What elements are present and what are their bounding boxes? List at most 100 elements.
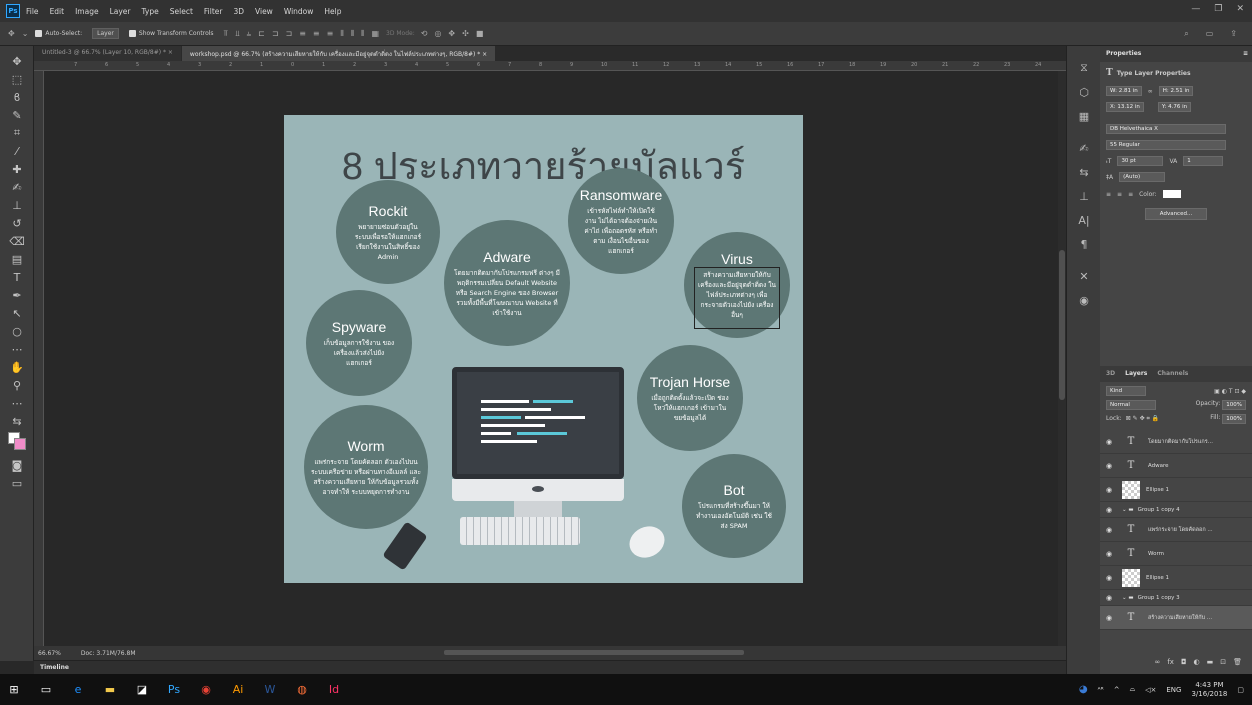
brushes-panel-icon[interactable]: ✍ <box>1067 136 1101 160</box>
tools-panel-icon[interactable]: ✕ <box>1067 264 1101 288</box>
eye-icon[interactable]: ◉ <box>1106 486 1122 494</box>
menu-select[interactable]: Select <box>170 7 193 16</box>
layer-row[interactable]: ◉ T Adware <box>1100 454 1252 478</box>
tab-untitled-3[interactable]: Untitled-3 @ 66.7% (Layer 10, RGB/8#) * … <box>34 46 181 61</box>
layer-row[interactable]: ◉ T แพร่กระจาย โดยคัดลอก ... <box>1100 518 1252 542</box>
align-bottom-icon[interactable]: ⫨ <box>247 29 252 39</box>
mask-icon[interactable]: ◘ <box>1181 658 1187 666</box>
file-explorer-icon[interactable]: ▬ <box>96 674 124 705</box>
menu-image[interactable]: Image <box>75 7 99 16</box>
eye-icon[interactable]: ◉ <box>1106 550 1122 558</box>
filter-kind-select[interactable]: Kind <box>1106 386 1146 396</box>
eye-icon[interactable]: ◉ <box>1106 614 1122 622</box>
crop-tool-icon[interactable]: ⌗ <box>0 124 34 142</box>
align-center-icon[interactable]: ⊐ <box>272 29 279 38</box>
font-style-select[interactable]: 55 Regular <box>1106 140 1226 150</box>
layer-select-dropdown[interactable]: Layer <box>92 28 119 39</box>
task-view-icon[interactable]: ▭ <box>32 674 60 705</box>
layer-row[interactable]: ◉ ⌄ ▬ Group 1 copy 4 <box>1100 502 1252 518</box>
align-middle-icon[interactable]: ⫫ <box>235 29 240 39</box>
distribute-middle-icon[interactable]: ≡ <box>313 29 320 38</box>
distribute-left-icon[interactable]: ⫴ <box>340 29 343 39</box>
tab-workshop[interactable]: workshop.psd @ 66.7% (สร้างความเสียหายให… <box>181 46 496 61</box>
eye-icon[interactable]: ◉ <box>1106 594 1122 602</box>
chrome-icon[interactable]: ◉ <box>192 674 220 705</box>
chevron-down-icon[interactable]: ⌄ <box>22 29 29 38</box>
restore-icon[interactable]: ❐ <box>1214 4 1222 14</box>
document-canvas[interactable]: 8 ประเภทวายร้ายมัลแวร์ Rockit พยายามซ่อน… <box>284 115 803 583</box>
menu-filter[interactable]: Filter <box>204 7 223 16</box>
horizontal-scrollbar-thumb[interactable] <box>444 650 744 655</box>
eye-icon[interactable]: ◉ <box>1106 462 1122 470</box>
language-indicator[interactable]: ENG <box>1166 686 1181 694</box>
styles-panel-icon[interactable]: ◉ <box>1067 288 1101 312</box>
adjustment-icon[interactable]: ◐ <box>1194 658 1200 666</box>
leading-field[interactable]: (Auto) <box>1119 172 1166 182</box>
text-color-swatch[interactable] <box>1162 190 1181 198</box>
hand-tool-icon[interactable]: ✋ <box>0 358 34 376</box>
edge-icon[interactable]: e <box>64 674 92 705</box>
notifications-icon[interactable]: ▢ <box>1237 686 1244 694</box>
font-family-select[interactable]: DB Helvethaica X <box>1106 124 1226 134</box>
3d-slide-icon[interactable]: ✣ <box>462 29 469 38</box>
path-select-icon[interactable]: ↖ <box>0 304 34 322</box>
kerning-field[interactable]: 1 <box>1183 156 1224 166</box>
transform-bounding-box[interactable] <box>694 267 780 329</box>
width-field[interactable]: W: 2.81 in <box>1106 86 1142 96</box>
3d-roll-icon[interactable]: ◎ <box>434 29 441 38</box>
3d-pan-icon[interactable]: ✥ <box>448 29 455 38</box>
menu-layer[interactable]: Layer <box>110 7 131 16</box>
swap-colors-icon[interactable]: ⇆ <box>0 412 34 430</box>
opacity-field[interactable]: 100% <box>1222 400 1246 410</box>
link-icon[interactable]: ∞ <box>1148 88 1153 95</box>
edit-toolbar-icon[interactable]: ⋯ <box>0 394 34 412</box>
eye-icon[interactable]: ◉ <box>1106 526 1122 534</box>
network-app-icon[interactable]: ◕ <box>1079 684 1088 695</box>
move-tool-icon[interactable]: ✥ <box>8 29 15 38</box>
menu-view[interactable]: View <box>255 7 273 16</box>
brush-tool-icon[interactable]: ✍ <box>0 178 34 196</box>
workspace-icon[interactable]: ▭ <box>1206 29 1214 39</box>
menu-type[interactable]: Type <box>142 7 159 16</box>
history-brush-icon[interactable]: ↺ <box>0 214 34 232</box>
background-color-swatch[interactable] <box>14 438 26 450</box>
font-size-field[interactable]: 30 pt <box>1117 156 1164 166</box>
menu-window[interactable]: Window <box>284 7 314 16</box>
distribute-right-icon[interactable]: ⫴ <box>361 29 364 39</box>
type-tool-icon[interactable]: T <box>0 268 34 286</box>
layer-row-selected[interactable]: ◉ T สร้างความเสียหายให้กับ ... <box>1100 606 1252 630</box>
tab-channels[interactable]: Channels <box>1157 370 1188 378</box>
trash-icon[interactable]: 🗑 <box>1233 658 1242 666</box>
advanced-button[interactable]: Advanced... <box>1144 208 1208 220</box>
clone-source-panel-icon[interactable]: ⊥ <box>1067 184 1101 208</box>
3d-orbit-icon[interactable]: ⟲ <box>421 29 428 38</box>
illustrator-icon[interactable]: Ai <box>224 674 252 705</box>
firefox-icon[interactable]: ◍ <box>288 674 316 705</box>
tab-3d[interactable]: 3D <box>1106 370 1115 378</box>
link-layers-icon[interactable]: ∞ <box>1155 658 1161 666</box>
vertical-scrollbar-thumb[interactable] <box>1059 250 1065 400</box>
x-field[interactable]: X: 13.12 in <box>1106 102 1144 112</box>
screen-mode-icon[interactable]: ▭ <box>0 474 34 492</box>
lasso-tool-icon[interactable]: ϐ <box>0 88 34 106</box>
marquee-tool-icon[interactable]: ⬚ <box>0 70 34 88</box>
blend-mode-select[interactable]: Normal <box>1106 400 1156 410</box>
clock[interactable]: 4:43 PM 3/16/2018 <box>1191 681 1227 699</box>
align-right-icon[interactable]: ⊐ <box>286 29 293 38</box>
pen-tool-icon[interactable]: ✒ <box>0 286 34 304</box>
properties-tab[interactable]: Properties ≡ <box>1100 46 1252 62</box>
stamp-tool-icon[interactable]: ⊥ <box>0 196 34 214</box>
align-top-icon[interactable]: ⫪ <box>224 29 229 39</box>
zoom-level[interactable]: 66.67% <box>38 650 61 657</box>
align-right-text-icon[interactable]: ≡ <box>1128 191 1133 198</box>
gradient-tool-icon[interactable]: ▤ <box>0 250 34 268</box>
layer-row[interactable]: ◉ T โดยมากติดมากับโปรแกร... <box>1100 430 1252 454</box>
filter-icons[interactable]: ▣ ◐ T ⊡ ◆ <box>1214 388 1246 395</box>
auto-align-icon[interactable]: ▦ <box>371 29 379 38</box>
show-transform-checkbox[interactable] <box>128 30 136 37</box>
photoshop-taskbar-icon[interactable]: Ps <box>160 674 188 705</box>
menu-help[interactable]: Help <box>324 7 341 16</box>
layer-row[interactable]: ◉ Ellipse 1 <box>1100 478 1252 502</box>
volume-icon[interactable]: ◁× <box>1145 686 1156 694</box>
word-icon[interactable]: W <box>256 674 284 705</box>
